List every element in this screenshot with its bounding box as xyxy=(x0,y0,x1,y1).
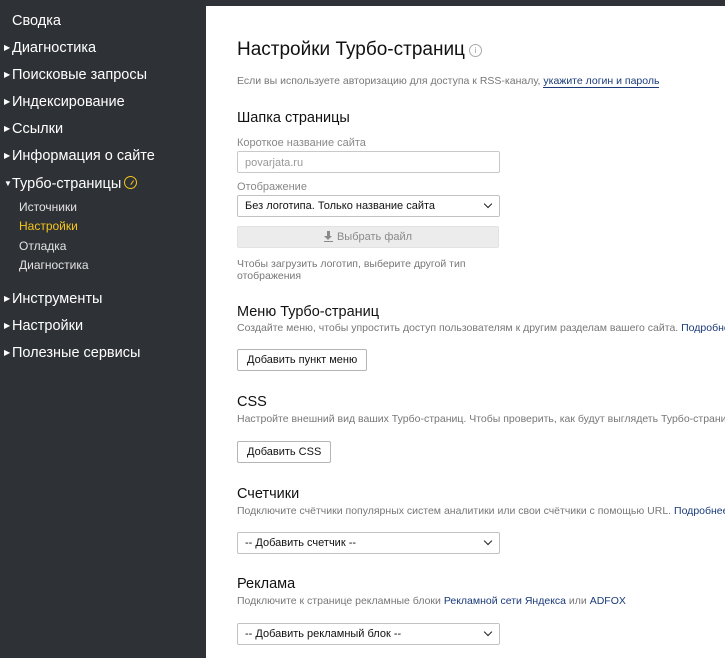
chevron-down-icon: ▼ xyxy=(4,179,12,188)
display-select-value: Без логотипа. Только название сайта xyxy=(245,200,436,212)
sidebar-item-label: Настройки xyxy=(12,318,84,334)
display-label: Отображение xyxy=(237,181,307,193)
chevron-right-icon: ▶ xyxy=(4,70,11,79)
add-counter-value: -- Добавить счетчик -- xyxy=(245,537,357,549)
menu-hint-text: Создайте меню, чтобы упростить доступ по… xyxy=(237,322,679,334)
page-title: Настройки Турбо-страниц i xyxy=(237,39,482,61)
short-name-label: Короткое название сайта xyxy=(237,137,366,149)
display-select[interactable]: Без логотипа. Только название сайта xyxy=(237,195,500,217)
chevron-right-icon: ▶ xyxy=(4,294,11,303)
counters-section-title: Счетчики xyxy=(237,486,300,502)
rss-hint-text: Если вы используете авторизацию для дост… xyxy=(237,75,541,87)
sidebar-item-tools[interactable]: ▶ Инструменты xyxy=(4,291,102,307)
chevron-down-icon xyxy=(483,536,493,546)
chevron-right-icon: ▶ xyxy=(4,348,11,357)
main-panel: Настройки Турбо-страниц i Если вы использ… xyxy=(206,6,725,658)
sidebar-item-label: Поисковые запросы xyxy=(12,67,147,83)
menu-section-title: Меню Турбо-страниц xyxy=(237,304,380,320)
sidebar-item-label: Диагностика xyxy=(12,40,97,56)
counters-more-link[interactable]: Подробнее xyxy=(674,505,725,517)
menu-more-link[interactable]: Подробнее xyxy=(681,322,725,334)
ads-or-text: или xyxy=(568,595,587,607)
page-title-text: Настройки Турбо-страниц xyxy=(237,39,465,60)
sidebar-item-useful-services[interactable]: ▶ Полезные сервисы xyxy=(4,345,140,361)
adfox-link[interactable]: ADFOX xyxy=(590,595,626,607)
sidebar-item-label: Полезные сервисы xyxy=(12,345,141,361)
sidebar-item-turbo-pages[interactable]: ▼Турбо-страницы xyxy=(4,176,138,192)
counters-hint-text: Подключите счётчики популярных систем ан… xyxy=(237,505,672,517)
sidebar-item-site-info[interactable]: ▶ Информация о сайте xyxy=(4,148,155,164)
header-section-title: Шапка страницы xyxy=(237,110,350,126)
add-menu-item-button[interactable]: Добавить пункт меню xyxy=(237,349,368,371)
logo-hint-line2: отображения xyxy=(237,270,302,282)
choose-file-button: Выбрать файл xyxy=(237,226,499,248)
sidebar-item-search-queries[interactable]: ▶ Поисковые запросы xyxy=(4,67,147,83)
css-section-title: CSS xyxy=(237,394,267,410)
add-ad-block-select[interactable]: -- Добавить рекламный блок -- xyxy=(237,623,500,645)
sidebar-item-label: Ссылки xyxy=(12,121,64,137)
chevron-right-icon: ▶ xyxy=(4,43,11,52)
sidebar-subitem-diagnostics[interactable]: Диагностика xyxy=(19,258,89,272)
sidebar-item-diagnostics[interactable]: ▶ Диагностика xyxy=(4,40,96,56)
logo-hint-line1: Чтобы загрузить логотип, выберите другой… xyxy=(237,258,466,270)
chevron-right-icon: ▶ xyxy=(4,321,11,330)
sidebar-subitem-settings[interactable]: Настройки xyxy=(19,219,78,233)
add-css-button[interactable]: Добавить CSS xyxy=(237,441,332,463)
ads-hint-text: Подключите к странице рекламные блоки xyxy=(237,595,441,607)
chevron-down-icon xyxy=(483,627,493,637)
ads-hint: Подключите к странице рекламные блоки Ре… xyxy=(237,595,626,607)
rss-auth-link[interactable]: укажите логин и пароль xyxy=(543,75,660,88)
sidebar-item-indexing[interactable]: ▶ Индексирование xyxy=(4,94,125,110)
sidebar-item-settings[interactable]: ▶ Настройки xyxy=(4,318,83,334)
sidebar-item-label: Индексирование xyxy=(12,94,125,110)
yandex-ad-network-link[interactable]: Рекламной сети Яндекса xyxy=(444,595,566,607)
sidebar-item-summary[interactable]: Сводка xyxy=(12,13,61,29)
sidebar-item-links[interactable]: ▶ Ссылки xyxy=(4,121,63,137)
sidebar-item-label: Инструменты xyxy=(12,291,103,307)
sidebar-item-label: Информация о сайте xyxy=(12,148,155,164)
sidebar-item-label: Турбо-страницы xyxy=(12,176,122,192)
sidebar-subitem-sources[interactable]: Источники xyxy=(19,200,77,214)
menu-hint: Создайте меню, чтобы упростить доступ по… xyxy=(237,322,725,334)
chevron-down-icon xyxy=(483,199,493,209)
counters-hint: Подключите счётчики популярных систем ан… xyxy=(237,505,725,517)
chevron-right-icon: ▶ xyxy=(4,151,11,160)
css-hint: Настройте внешний вид ваших Турбо-страни… xyxy=(237,413,725,425)
info-icon[interactable]: i xyxy=(468,44,482,57)
add-ad-block-value: -- Добавить рекламный блок -- xyxy=(245,628,402,640)
chevron-right-icon: ▶ xyxy=(4,97,11,106)
short-name-input[interactable]: povarjata.ru xyxy=(237,151,500,173)
chevron-right-icon: ▶ xyxy=(4,124,11,133)
rss-hint: Если вы используете авторизацию для дост… xyxy=(237,75,660,88)
ads-section-title: Реклама xyxy=(237,576,296,592)
sidebar: Сводка ▶ Диагностика ▶ Поисковые запросы ▶… xyxy=(0,0,206,658)
sidebar-subitem-debug[interactable]: Отладка xyxy=(19,239,66,253)
turbo-rocket-icon xyxy=(124,176,138,189)
choose-file-label: Выбрать файл xyxy=(336,231,413,243)
add-counter-select[interactable]: -- Добавить счетчик -- xyxy=(237,532,500,554)
download-icon xyxy=(323,231,333,242)
